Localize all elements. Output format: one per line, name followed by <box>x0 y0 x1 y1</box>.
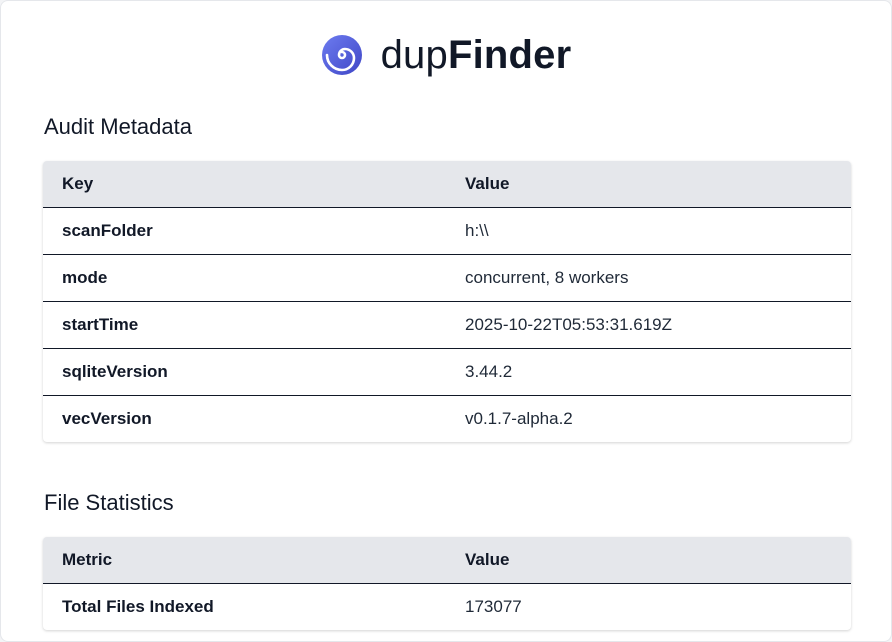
column-header-value: Value <box>446 161 851 208</box>
spiral-logo-icon <box>321 35 362 75</box>
column-header-metric: Metric <box>43 537 446 584</box>
column-header-value: Value <box>446 537 851 584</box>
table-row: Total Files Indexed 173077 <box>43 584 851 631</box>
table-row: sqliteVersion 3.44.2 <box>43 348 851 396</box>
column-header-key: Key <box>43 161 446 208</box>
row-value: v0.1.7-alpha.2 <box>465 409 573 428</box>
row-value: concurrent, 8 workers <box>446 254 851 302</box>
app-title: dupFinder <box>381 35 572 75</box>
app-header: dupFinder <box>1 29 891 81</box>
row-key: startTime <box>43 301 446 349</box>
file-statistics-table: Metric Value Total Files Indexed 173077 <box>43 537 851 630</box>
audit-metadata-table: Key Value scanFolder h:\\ mode concurren… <box>43 161 851 442</box>
table-header-row: Metric Value <box>43 537 851 584</box>
table-header-row: Key Value <box>43 161 851 208</box>
table-row: startTime 2025-10-22T05:53:31.619Z <box>43 301 851 349</box>
table-row: mode concurrent, 8 workers <box>43 254 851 302</box>
row-key: sqliteVersion <box>43 348 446 396</box>
table-row: scanFolder h:\\ <box>43 207 851 255</box>
row-key: mode <box>43 254 446 302</box>
row-key: Total Files Indexed <box>62 597 214 616</box>
row-key: vecVersion <box>62 409 152 428</box>
app-title-bold: Finder <box>447 33 572 77</box>
report-card: dupFinder Audit Metadata Key Value scanF… <box>0 0 892 642</box>
row-value: 2025-10-22T05:53:31.619Z <box>446 301 851 349</box>
audit-metadata-heading: Audit Metadata <box>44 114 192 139</box>
row-value: h:\\ <box>446 207 851 255</box>
table-row: vecVersion v0.1.7-alpha.2 <box>43 396 851 443</box>
file-statistics-heading: File Statistics <box>44 490 174 515</box>
row-value: 173077 <box>465 597 522 616</box>
row-key: scanFolder <box>43 207 446 255</box>
app-title-light: dup <box>380 33 448 77</box>
row-value: 3.44.2 <box>446 348 851 396</box>
